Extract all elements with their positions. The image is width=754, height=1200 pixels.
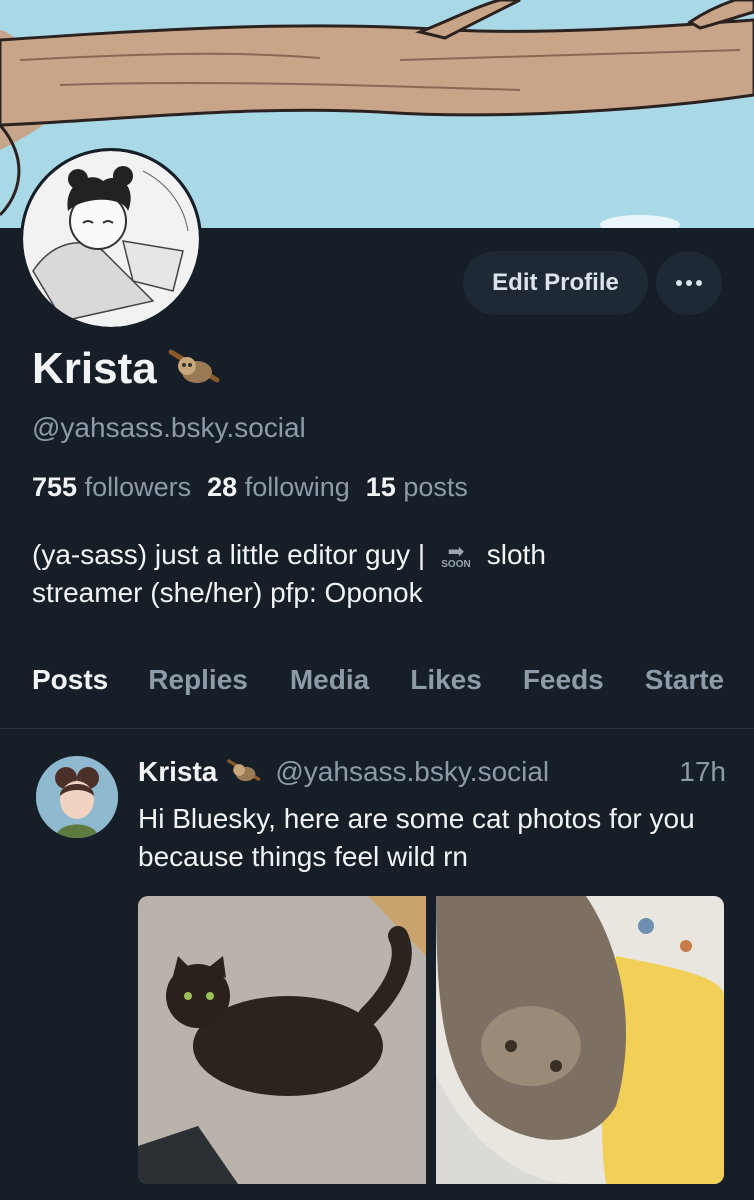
- tab-likes[interactable]: Likes: [410, 650, 482, 728]
- more-options-button[interactable]: [656, 251, 722, 315]
- profile-avatar[interactable]: [20, 148, 202, 330]
- profile-bio: (ya-sass) just a little editor guy | ➡ S…: [32, 539, 546, 608]
- edit-profile-button[interactable]: Edit Profile: [463, 251, 648, 315]
- post-author-name[interactable]: Krista: [138, 756, 217, 788]
- tab-starter-packs[interactable]: Starte: [645, 650, 724, 728]
- post-text: Hi Bluesky, here are some cat photos for…: [138, 803, 695, 872]
- profile-name: Krista: [32, 344, 225, 394]
- post-header: Krista @yahsass.bsky.social 17h: [138, 756, 726, 788]
- avatar-image: [23, 151, 199, 327]
- ellipsis-icon: [676, 280, 702, 286]
- cat-photo-1: [138, 896, 426, 1184]
- post-avatar-image: [36, 756, 118, 838]
- display-name: Krista: [32, 344, 157, 393]
- post-image-1[interactable]: [138, 896, 426, 1184]
- followers-stat[interactable]: 755 followers: [32, 472, 191, 503]
- post-timestamp[interactable]: 17h: [679, 756, 726, 788]
- tab-replies[interactable]: Replies: [148, 650, 248, 728]
- posts-stat: 15 posts: [365, 472, 468, 502]
- post-image-2[interactable]: [436, 896, 724, 1184]
- profile-tabs: Posts Replies Media Likes Feeds Starte: [0, 650, 754, 729]
- following-stat[interactable]: 28 following: [207, 472, 350, 503]
- tab-posts[interactable]: Posts: [32, 650, 108, 728]
- sloth-emoji-icon: [227, 759, 261, 782]
- cat-photo-2: [436, 896, 724, 1184]
- profile-stats: 755 followers 28 following 15 posts: [32, 472, 468, 503]
- post-author-avatar[interactable]: [36, 756, 118, 838]
- tab-feeds[interactable]: Feeds: [523, 650, 604, 728]
- sloth-emoji-icon: [168, 349, 220, 383]
- profile-handle: @yahsass.bsky.social: [32, 412, 306, 443]
- tab-media[interactable]: Media: [290, 650, 369, 728]
- post-author-handle[interactable]: @yahsass.bsky.social: [275, 756, 549, 788]
- soon-arrow-icon: ➡ SOON: [441, 540, 471, 570]
